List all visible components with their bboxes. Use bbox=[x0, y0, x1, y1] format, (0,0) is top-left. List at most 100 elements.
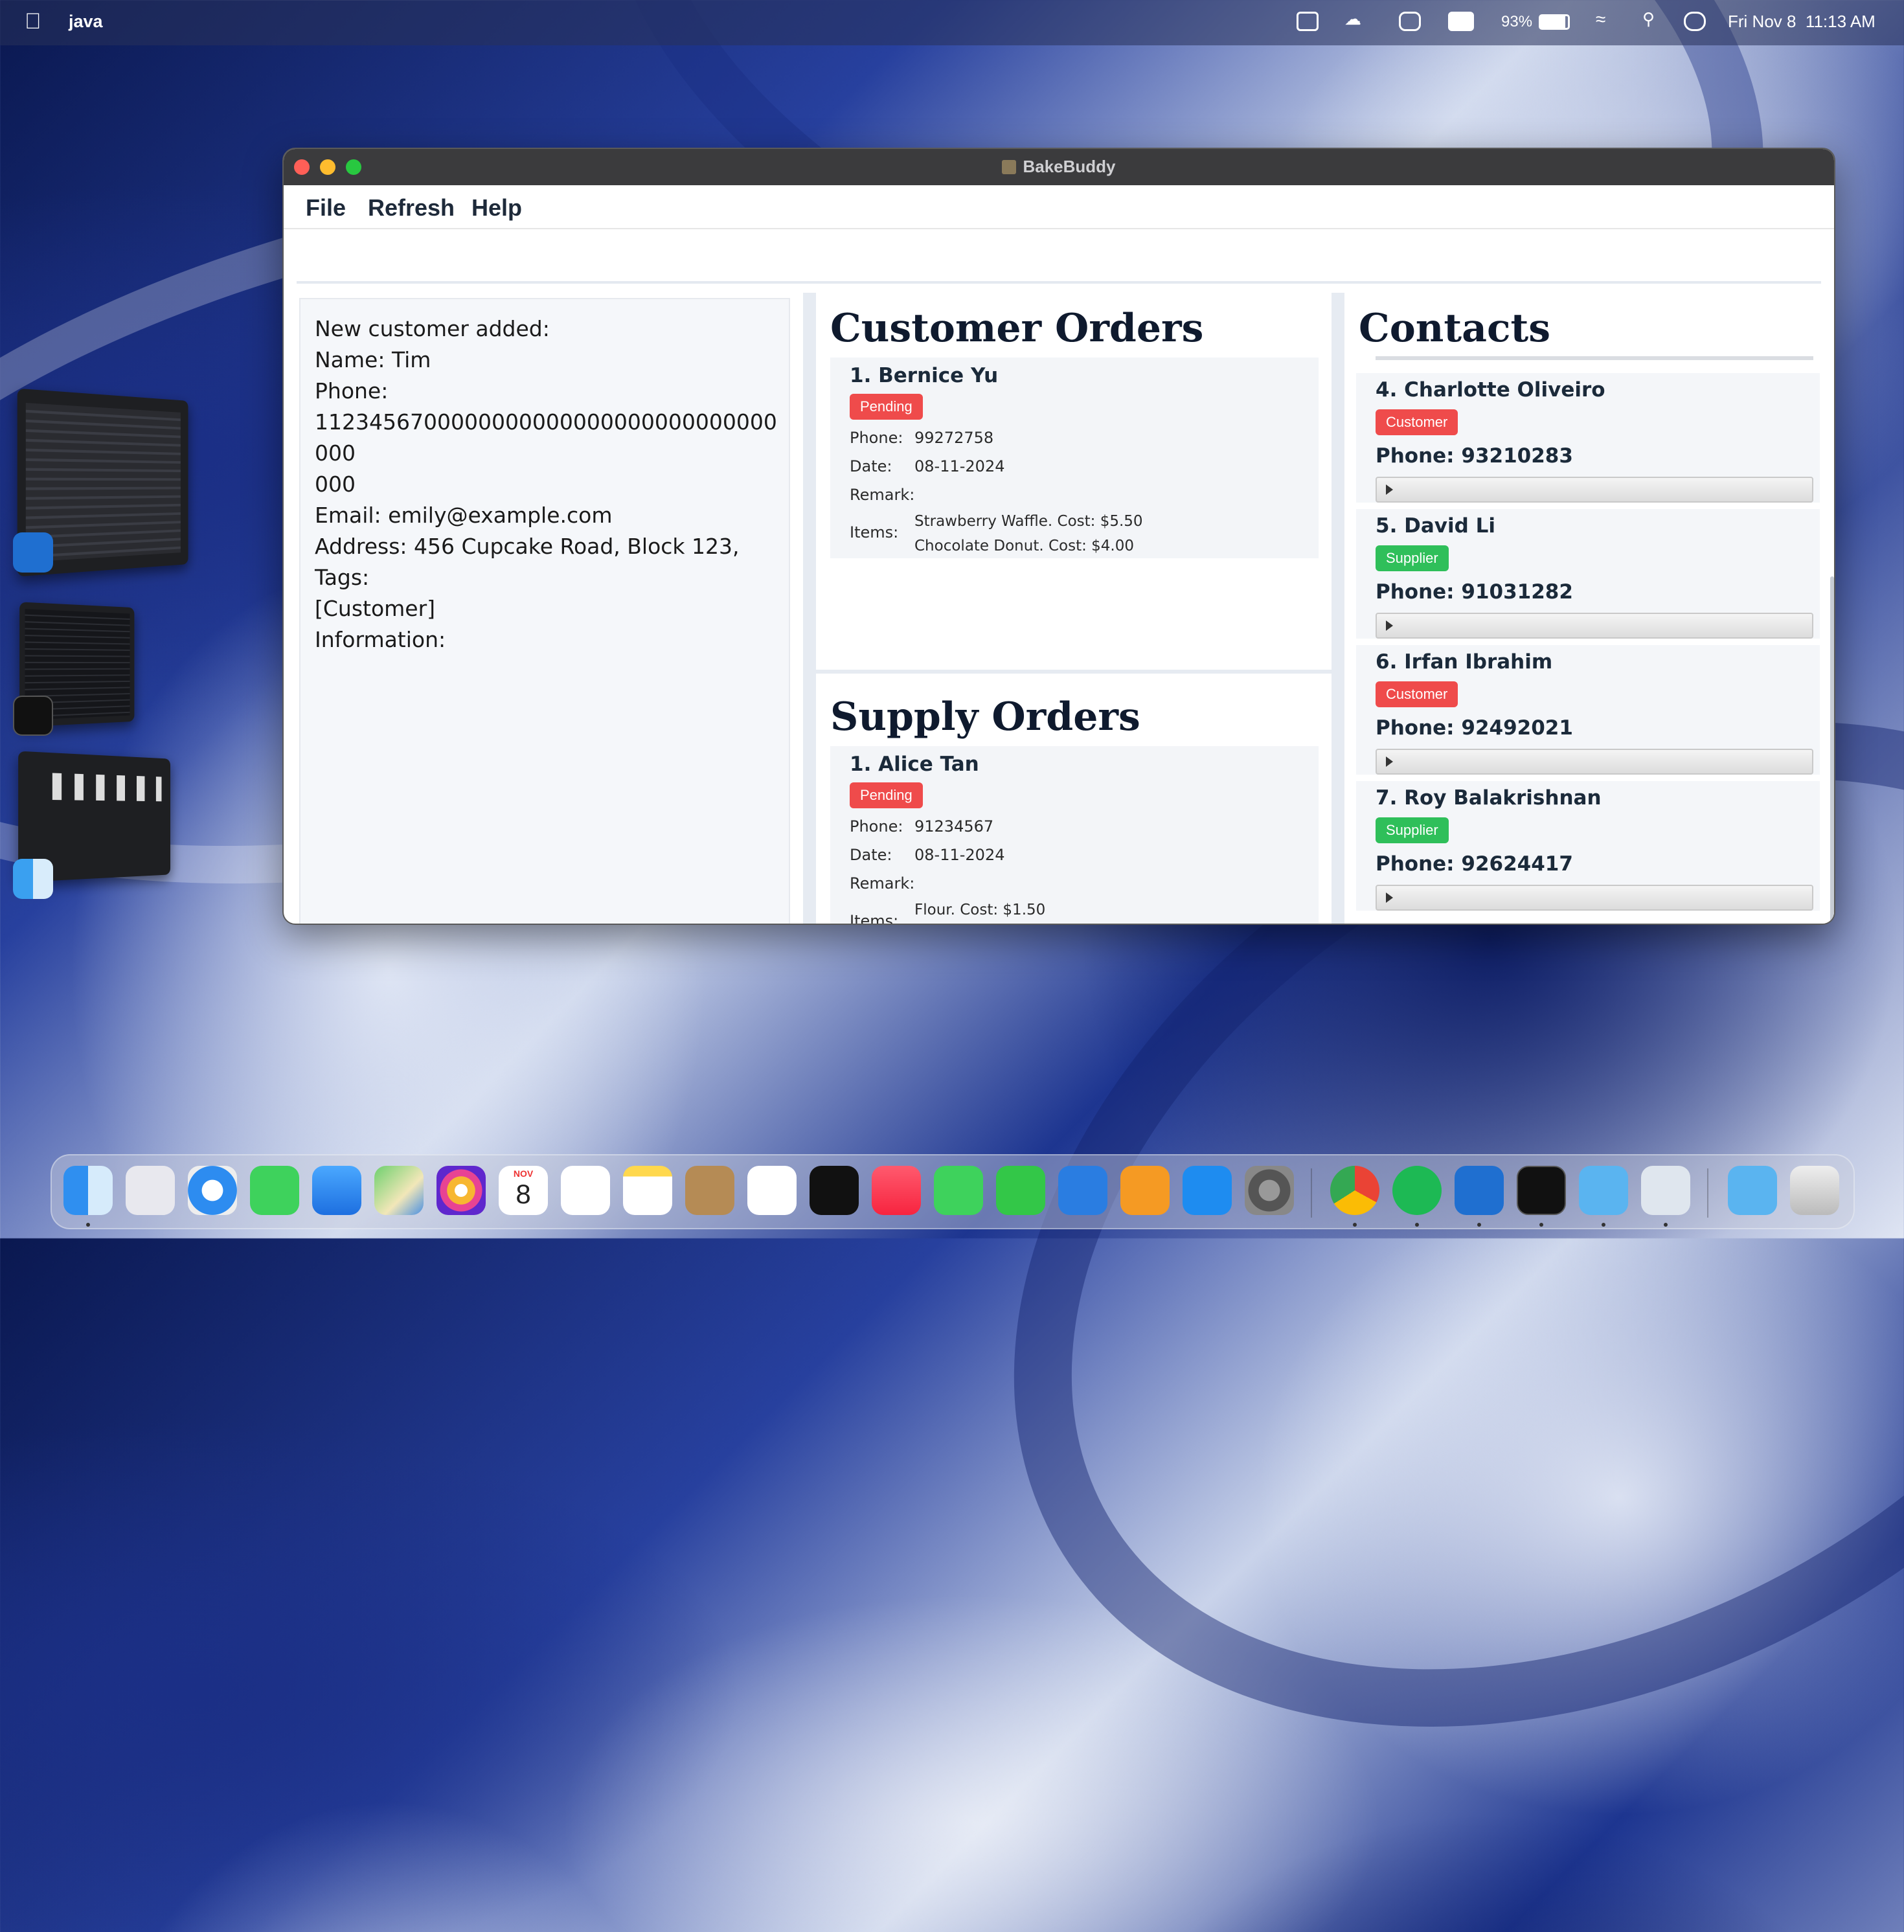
menu-bar:  java ☁ 93% ≈ ⚲ Fri Nov 8 11:13 AM bbox=[0, 0, 1904, 45]
contact-card[interactable]: 4. Charlotte Oliveiro Customer Phone: 93… bbox=[1356, 373, 1820, 503]
contact-card[interactable]: 7. Roy Balakrishnan Supplier Phone: 9262… bbox=[1356, 781, 1820, 911]
running-indicator bbox=[1539, 1223, 1543, 1227]
menu-file[interactable]: File bbox=[306, 194, 346, 222]
control-center-icon[interactable] bbox=[1684, 12, 1706, 31]
supply-order-card[interactable]: 1. Alice Tan Pending Phone: 91234567 Date… bbox=[830, 746, 1319, 925]
menu-help[interactable]: Help bbox=[471, 194, 522, 222]
contact-card[interactable]: 6. Irfan Ibrahim Customer Phone: 9249202… bbox=[1356, 645, 1820, 775]
freeform-icon[interactable] bbox=[747, 1166, 797, 1215]
calendar-icon[interactable]: NOV 8 bbox=[499, 1166, 548, 1215]
safari-icon[interactable] bbox=[188, 1166, 237, 1215]
wifi-icon[interactable]: ≈ bbox=[1596, 9, 1605, 30]
order-item: Strawberry Waffle. Cost: $5.50 bbox=[914, 513, 1143, 530]
contact-card[interactable]: 5. David Li Supplier Phone: 91031282 bbox=[1356, 509, 1820, 639]
notes-icon[interactable] bbox=[623, 1166, 672, 1215]
result-line: Tags: bbox=[315, 565, 370, 590]
running-indicator bbox=[1477, 1223, 1481, 1227]
result-text: New customer added: Name: Tim Phone: 112… bbox=[300, 313, 781, 655]
outlook-icon[interactable] bbox=[13, 532, 53, 573]
calendar-month: NOV bbox=[513, 1168, 534, 1179]
contact-name: 4. Charlotte Oliveiro bbox=[1376, 378, 1605, 402]
contact-name: 6. Irfan Ibrahim bbox=[1376, 650, 1553, 674]
date-label: Date: bbox=[850, 457, 892, 475]
downloads-folder-icon[interactable] bbox=[1728, 1166, 1777, 1215]
window-title-text: BakeBuddy bbox=[1023, 157, 1116, 176]
mail-icon[interactable] bbox=[312, 1166, 361, 1215]
panel-divider[interactable] bbox=[1332, 293, 1344, 924]
keynote-icon[interactable] bbox=[1058, 1166, 1107, 1215]
order-supplier-name: 1. Alice Tan bbox=[850, 753, 979, 776]
maps-icon[interactable] bbox=[374, 1166, 424, 1215]
order-remark: Remark: bbox=[850, 874, 914, 892]
system-settings-icon[interactable] bbox=[1245, 1166, 1294, 1215]
active-app-name[interactable]: java bbox=[69, 12, 103, 32]
details-expander[interactable] bbox=[1376, 477, 1813, 503]
music-icon[interactable] bbox=[872, 1166, 921, 1215]
app-store-icon[interactable] bbox=[1183, 1166, 1232, 1215]
tag-badge: Supplier bbox=[1376, 817, 1449, 843]
photos-icon[interactable] bbox=[436, 1166, 486, 1215]
result-line: Information: bbox=[315, 627, 446, 652]
dock-separator bbox=[1311, 1168, 1312, 1218]
apple-menu-icon[interactable]:  bbox=[25, 9, 41, 34]
phone-value: 99272758 bbox=[914, 429, 994, 447]
app-menu-bar: File Refresh Help bbox=[284, 185, 1834, 229]
shield-icon[interactable] bbox=[1399, 12, 1421, 31]
result-display[interactable]: New customer added: Name: Tim Phone: 112… bbox=[299, 298, 790, 924]
phone-value: 91234567 bbox=[914, 817, 994, 835]
details-expander[interactable] bbox=[1376, 885, 1813, 911]
outlook-menubar-icon[interactable] bbox=[1297, 12, 1319, 31]
clock[interactable]: Fri Nov 8 11:13 AM bbox=[1728, 12, 1876, 32]
battery-percentage[interactable]: 93% bbox=[1501, 13, 1532, 31]
reminders-icon[interactable] bbox=[561, 1166, 610, 1215]
launchpad-icon[interactable] bbox=[126, 1166, 175, 1215]
folder-icon[interactable] bbox=[1579, 1166, 1628, 1215]
panel-divider[interactable] bbox=[803, 293, 816, 924]
spotify-icon[interactable] bbox=[1392, 1166, 1442, 1215]
cloud-icon[interactable]: ☁ bbox=[1344, 9, 1361, 29]
tag-badge: Customer bbox=[1376, 409, 1458, 435]
terminal-icon[interactable] bbox=[13, 696, 53, 736]
search-icon[interactable]: ⚲ bbox=[1642, 9, 1655, 29]
order-phone: Phone: 99272758 bbox=[850, 429, 993, 447]
numbers-icon[interactable] bbox=[996, 1166, 1045, 1215]
orders-panel: Customer Orders 1. Bernice Yu Pending Ph… bbox=[816, 293, 1332, 925]
command-input[interactable] bbox=[297, 229, 1821, 284]
customer-order-card[interactable]: 1. Bernice Yu Pending Phone: 99272758 Dat… bbox=[830, 358, 1319, 558]
details-expander[interactable] bbox=[1376, 749, 1813, 775]
input-source-icon[interactable] bbox=[1448, 12, 1474, 31]
orders-divider[interactable] bbox=[816, 670, 1332, 674]
contacts-icon[interactable] bbox=[685, 1166, 734, 1215]
facetime-icon[interactable] bbox=[934, 1166, 983, 1215]
terminal-icon[interactable] bbox=[1517, 1166, 1566, 1215]
expand-arrow-icon bbox=[1386, 892, 1393, 903]
contact-name: 7. Roy Balakrishnan bbox=[1376, 786, 1602, 810]
finder-icon[interactable] bbox=[63, 1166, 113, 1215]
result-line: 1123456700000000000000000000000000000 bbox=[315, 409, 777, 466]
outlook-icon[interactable] bbox=[1455, 1166, 1504, 1215]
battery-icon[interactable] bbox=[1539, 14, 1570, 30]
preview-icon[interactable] bbox=[1641, 1166, 1690, 1215]
chrome-icon[interactable] bbox=[1330, 1166, 1379, 1215]
dock-separator bbox=[1707, 1168, 1708, 1218]
tag-badge: Supplier bbox=[1376, 545, 1449, 571]
trash-icon[interactable] bbox=[1790, 1166, 1839, 1215]
expand-arrow-icon bbox=[1386, 620, 1393, 631]
contacts-scrollbar[interactable] bbox=[1830, 576, 1834, 924]
window-title: BakeBuddy bbox=[284, 157, 1834, 177]
finder-icon[interactable] bbox=[13, 859, 53, 899]
order-items-label: Items: bbox=[850, 912, 899, 925]
pages-icon[interactable] bbox=[1120, 1166, 1170, 1215]
messages-icon[interactable] bbox=[250, 1166, 299, 1215]
date-label: Date: bbox=[850, 846, 892, 864]
title-bar[interactable]: BakeBuddy bbox=[284, 149, 1834, 185]
result-line: Name: Tim bbox=[315, 347, 431, 372]
details-expander[interactable] bbox=[1376, 613, 1813, 639]
contact-phone: Phone: 92492021 bbox=[1376, 716, 1573, 740]
order-item: Flour. Cost: $1.50 bbox=[914, 902, 1046, 918]
running-indicator bbox=[1664, 1223, 1668, 1227]
order-date: Date: 08-11-2024 bbox=[850, 846, 1004, 864]
calendar-day: 8 bbox=[516, 1179, 531, 1209]
menu-refresh[interactable]: Refresh bbox=[368, 194, 455, 222]
apple-tv-icon[interactable] bbox=[810, 1166, 859, 1215]
